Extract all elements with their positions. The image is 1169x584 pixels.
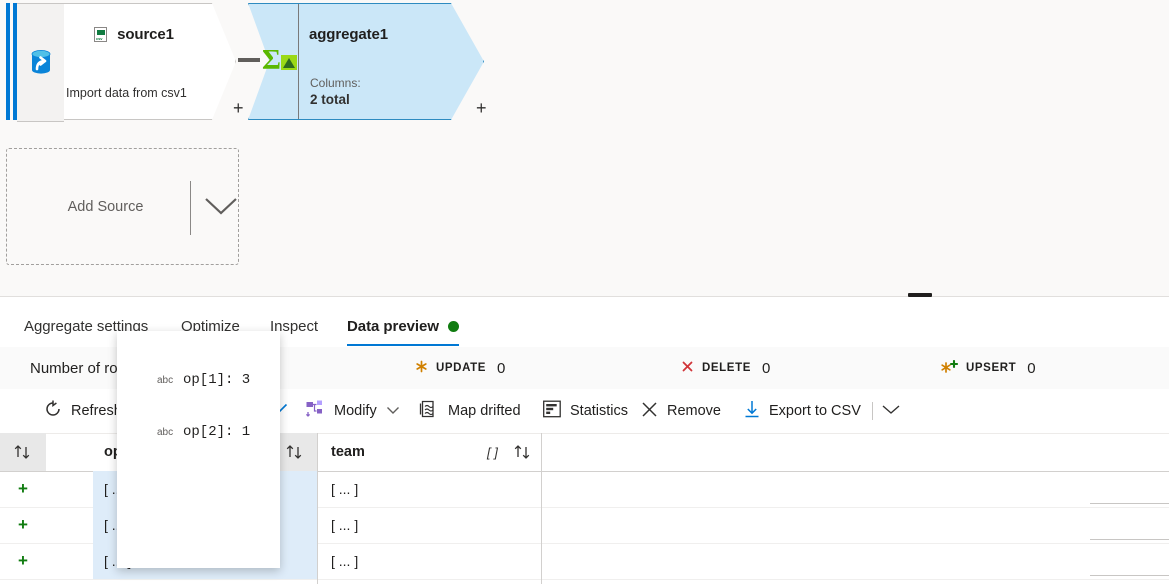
toolbar-separator <box>872 402 873 420</box>
status-count: 0 <box>1027 359 1036 377</box>
svg-text:Σ: Σ <box>262 44 281 76</box>
cell-team: [ ... ] <box>331 517 359 533</box>
chevron-down-icon[interactable] <box>203 194 239 223</box>
column-values-popup[interactable]: abc op[1]: 3 abc op[2]: 1 <box>117 331 280 568</box>
row-insert-marker: + <box>18 479 28 498</box>
status-label: UPSERT <box>966 362 1017 374</box>
refresh-label: Refresh <box>71 403 122 419</box>
source-node-body <box>64 3 236 120</box>
source-node-title: source1 <box>94 26 174 43</box>
refresh-icon <box>44 400 62 422</box>
source-node-source1[interactable]: source1 Import data from csv1 + <box>6 3 244 122</box>
source-node-add-button[interactable]: + <box>233 99 244 117</box>
export-to-csv-button[interactable]: Export to CSV <box>744 389 861 433</box>
popup-entry: abc op[2]: 1 <box>117 422 280 442</box>
export-to-csv-label: Export to CSV <box>769 403 861 419</box>
map-drifted-label: Map drifted <box>448 403 521 419</box>
grid-row-separator <box>1090 503 1169 504</box>
modify-button[interactable]: Modify <box>305 389 400 433</box>
status-badge-delete: DELETE 0 <box>681 347 770 389</box>
data-flow-canvas[interactable]: source1 Import data from csv1 + Σ aggreg… <box>0 0 1169 296</box>
aggregate-node-aggregate1[interactable]: Σ aggregate1 Columns: 2 total + <box>248 3 487 120</box>
row-insert-marker: + <box>18 515 28 534</box>
status-count: 0 <box>497 359 506 377</box>
popup-entry: abc op[1]: 3 <box>117 370 280 390</box>
popup-entry-expression: op[1]: 3 <box>183 372 251 388</box>
add-source-divider <box>190 181 191 235</box>
node-accent-bar-outer <box>6 3 10 120</box>
status-badge-upsert: UPSERT 0 <box>941 347 1036 389</box>
remove-x-icon <box>641 401 658 422</box>
cell-team: [ ... ] <box>331 481 359 497</box>
status-label: DELETE <box>702 362 751 374</box>
source-node-subtitle: Import data from csv1 <box>66 86 187 100</box>
abc-type-icon: abc <box>157 426 174 438</box>
aggregate-node-add-button[interactable]: + <box>476 99 487 117</box>
grid-column-header-team[interactable]: team <box>331 433 365 471</box>
grid-row-separator <box>1090 539 1169 540</box>
statistics-label: Statistics <box>570 403 629 419</box>
aggregate-columns-label: Columns: <box>310 76 361 90</box>
database-source-icon <box>28 49 54 77</box>
chevron-down-icon[interactable] <box>386 403 400 419</box>
preview-ready-dot <box>447 321 459 332</box>
refresh-button[interactable]: Refresh <box>44 389 122 433</box>
aggregate-columns-value: 2 total <box>310 92 350 107</box>
panel-collapse-handle[interactable] <box>908 293 932 297</box>
statistics-icon <box>543 400 561 422</box>
cross-icon <box>681 360 694 376</box>
grid-column-separator <box>317 433 318 584</box>
sort-icon[interactable] <box>506 433 540 471</box>
grid-row-separator <box>1090 575 1169 576</box>
aggregate-node-title: aggregate1 <box>309 26 389 43</box>
cell-team: [ ... ] <box>331 553 359 569</box>
data-flow-screen: source1 Import data from csv1 + Σ aggreg… <box>0 0 1169 584</box>
grid-column-separator <box>541 433 542 584</box>
status-count: 0 <box>761 359 771 377</box>
map-drifted-icon <box>419 400 439 422</box>
tab-label: Data preview <box>347 318 439 335</box>
asterisk-plus-icon <box>941 359 959 377</box>
tab-data-preview[interactable]: Data preview <box>347 307 459 346</box>
download-icon <box>744 400 760 422</box>
sigma-aggregate-icon: Σ <box>262 43 300 77</box>
statistics-button[interactable]: Statistics <box>543 389 628 433</box>
grid-column-type-team: [ ] <box>487 444 498 460</box>
map-drifted-button[interactable]: Map drifted <box>419 389 521 433</box>
add-source-button[interactable]: Add Source <box>6 148 239 265</box>
modify-icon <box>305 400 325 422</box>
source-stream-icon-column <box>17 3 64 122</box>
status-label: UPDATE <box>436 362 487 374</box>
row-insert-marker: + <box>18 551 28 570</box>
status-badge-update: UPDATE 0 <box>415 347 505 389</box>
abc-type-icon: abc <box>157 374 174 386</box>
add-source-label: Add Source <box>67 198 144 215</box>
tab-active-underline <box>347 343 459 346</box>
remove-button[interactable]: Remove <box>641 389 721 433</box>
csv-file-icon <box>94 27 107 42</box>
chevron-down-icon <box>880 402 902 420</box>
modify-label: Modify <box>334 403 377 419</box>
remove-label: Remove <box>667 403 721 419</box>
sort-icon[interactable] <box>0 433 46 471</box>
asterisk-icon <box>415 360 428 376</box>
toolbar-overflow-button[interactable] <box>880 389 902 433</box>
popup-entry-expression: op[2]: 1 <box>183 424 251 440</box>
